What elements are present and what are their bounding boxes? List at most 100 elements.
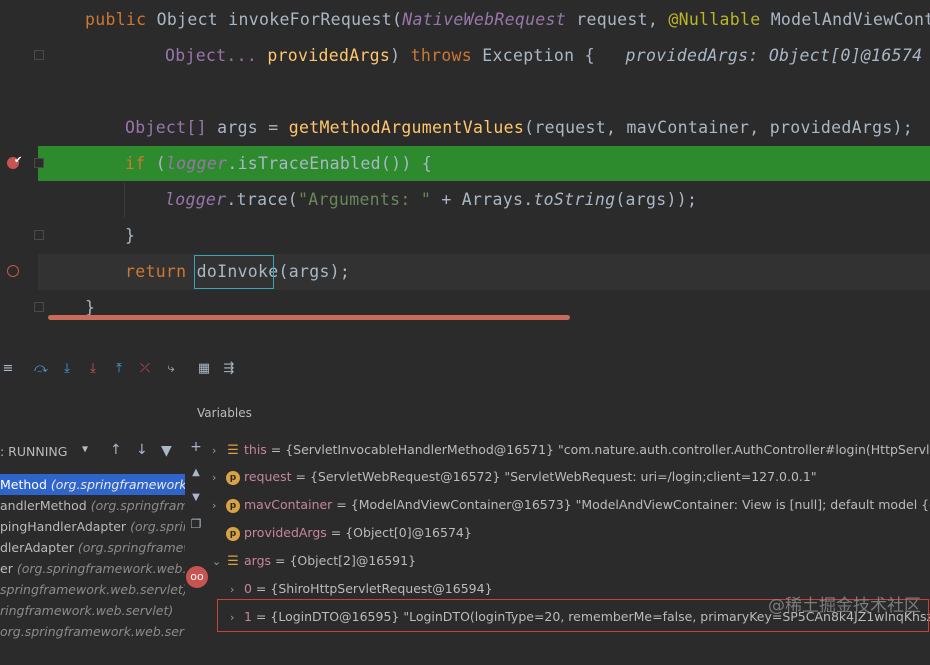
move-down-icon[interactable]: ▼	[188, 490, 204, 506]
variable-value: {ServletWebRequest@16572} "ServletWebReq…	[309, 469, 817, 484]
thread-status[interactable]: : RUNNING	[0, 444, 67, 459]
variable-row[interactable]: › p request = {ServletWebRequest@16572} "S…	[212, 463, 930, 491]
down-arrow-icon[interactable]: ↓	[136, 442, 148, 458]
step-out-icon[interactable]: ⤒	[112, 362, 126, 376]
code-line[interactable]: }	[0, 218, 930, 254]
frame-method: er	[0, 561, 17, 576]
collapse-arrow-icon[interactable]: ⌄	[212, 548, 226, 575]
equals-sign: =	[266, 442, 286, 457]
variable-name: mavContainer	[244, 497, 333, 512]
parameter-icon: p	[226, 498, 240, 513]
variable-value: {ServletInvocableHandlerMethod@16571} "c…	[285, 442, 930, 457]
code-token: toString	[533, 190, 616, 209]
parameter-icon: p	[226, 470, 240, 485]
code-token: (	[155, 154, 166, 173]
code-token: request,	[576, 10, 669, 29]
variable-name: 0	[244, 581, 252, 596]
code-token: Object	[156, 10, 229, 29]
copy-icon[interactable]: ❐	[188, 516, 204, 532]
code-line[interactable]: Object[] args = getMethodArgumentValues(…	[0, 110, 930, 146]
variable-row[interactable]: › ☰ this = {ServletInvocableHandlerMethod@…	[212, 436, 930, 464]
code-token: )	[390, 46, 411, 65]
glasses-icon[interactable]: oo	[186, 566, 208, 588]
code-line[interactable]: return doInvoke(args);	[0, 254, 930, 290]
equals-sign: =	[291, 469, 310, 484]
frame-package: org.springframework.web.serv	[0, 624, 185, 639]
code-token: logger	[165, 190, 227, 209]
frame-package: springframework.web.servlet)	[0, 582, 185, 597]
frame-method: dlerAdapter	[0, 540, 78, 555]
code-token: + Arrays.	[441, 190, 534, 209]
variable-name: request	[244, 469, 292, 484]
variable-value: {Object[0]@16574}	[345, 525, 472, 540]
code-line[interactable]: logger.trace("Arguments: " + Arrays.toSt…	[0, 182, 930, 218]
code-line[interactable]: public Object invokeForRequest(NativeWeb…	[0, 2, 930, 38]
code-token: =	[268, 118, 289, 137]
code-token: .trace(	[226, 190, 299, 209]
stack-frame[interactable]: org.springframework.web.serv	[0, 621, 185, 642]
code-token: (request, mavContainer, providedArgs); r	[524, 118, 930, 137]
code-token: providedArgs	[267, 46, 391, 65]
code-line[interactable]	[0, 74, 930, 110]
code-text: if (logger.isTraceEnabled()) {	[125, 146, 432, 182]
code-token: providedArgs: Object[0]@16574	[625, 46, 923, 65]
variable-row[interactable]: › p mavContainer = {ModelAndViewContainer@…	[212, 491, 930, 519]
expand-arrow-icon[interactable]: ›	[212, 437, 226, 464]
code-token: (args));	[615, 190, 698, 209]
horizontal-scrollbar[interactable]	[48, 315, 570, 320]
code-text: public Object invokeForRequest(NativeWeb…	[85, 2, 930, 38]
code-text: Object... providedArgs) throws Exception…	[165, 38, 922, 74]
frame-method: Method	[0, 477, 51, 492]
menu-icon[interactable]: ≡	[1, 362, 15, 376]
filter-icon[interactable]: ▼	[161, 443, 172, 459]
expand-arrow-icon[interactable]: ›	[212, 492, 226, 519]
code-editor[interactable]: ✔ public Object invokeForRequest(NativeW…	[0, 0, 930, 325]
stack-frame[interactable]: springframework.web.servlet)	[0, 579, 185, 600]
code-text: Object[] args = getMethodArgumentValues(…	[125, 110, 930, 146]
frame-method: andlerMethod	[0, 498, 91, 513]
step-over-icon[interactable]: ⤼	[34, 362, 48, 376]
stack-frame[interactable]: er (org.springframework.web.se	[0, 558, 185, 579]
stack-frame[interactable]: pingHandlerAdapter (org.spring	[0, 516, 185, 537]
evaluate-icon[interactable]: ▦	[197, 362, 211, 376]
array-icon: ☰	[227, 442, 239, 458]
code-token: public	[85, 10, 157, 29]
code-token: invokeForRequest(	[228, 10, 403, 29]
variable-name: args	[244, 553, 272, 568]
stack-frame[interactable]: ringframework.web.servlet)	[0, 600, 185, 621]
equals-sign: =	[332, 497, 351, 512]
expand-arrow-icon[interactable]: ›	[212, 464, 226, 491]
code-token: "Arguments: "	[298, 190, 442, 209]
stack-frame[interactable]: dlerAdapter (org.springframew	[0, 537, 185, 558]
code-token: return	[125, 262, 197, 281]
code-token: Object...	[165, 46, 268, 65]
add-watch-icon[interactable]: +	[188, 439, 204, 455]
force-step-into-icon[interactable]: ⤓	[86, 362, 100, 376]
stack-frame[interactable]: Method (org.springframework.w	[0, 474, 185, 495]
thread-dropdown-chevron-icon[interactable]: ▼	[82, 444, 88, 455]
drop-frame-icon[interactable]: ⤫	[138, 362, 152, 376]
watermark: @稀土掘金技术社区	[768, 596, 921, 616]
code-token: }	[125, 226, 136, 245]
code-line[interactable]: if (logger.isTraceEnabled()) {	[0, 146, 930, 182]
up-arrow-icon[interactable]: ↑	[110, 442, 122, 458]
run-to-cursor-icon[interactable]: ⤷	[164, 362, 178, 376]
variable-value: {Object[2]@16591}	[289, 553, 417, 568]
move-up-icon[interactable]: ▲	[188, 465, 204, 481]
frame-package: (org.springframework.w	[50, 477, 185, 492]
code-token: (args);	[278, 262, 351, 281]
equals-sign: =	[326, 525, 346, 540]
code-line[interactable]: Object... providedArgs) throws Exception…	[0, 38, 930, 74]
code-token: getMethodArgumentValues	[288, 118, 525, 137]
trace-icon[interactable]: ⇶	[222, 362, 236, 376]
code-token: Exception {	[482, 46, 626, 65]
tool-window-separator	[0, 325, 930, 349]
frame-package: (org.springframework.web.se	[16, 561, 185, 576]
identifier-highlight-box	[194, 255, 274, 289]
frame-package: (org.springframew	[77, 540, 185, 555]
step-into-icon[interactable]: ⤓	[60, 362, 74, 376]
frames-list[interactable]: Method (org.springframework.wandlerMetho…	[0, 474, 185, 665]
variable-row[interactable]: p providedArgs = {Object[0]@16574}	[212, 519, 930, 547]
stack-frame[interactable]: andlerMethod (org.springframe	[0, 495, 185, 516]
variable-row[interactable]: ⌄ ☰ args = {Object[2]@16591}	[212, 547, 930, 575]
